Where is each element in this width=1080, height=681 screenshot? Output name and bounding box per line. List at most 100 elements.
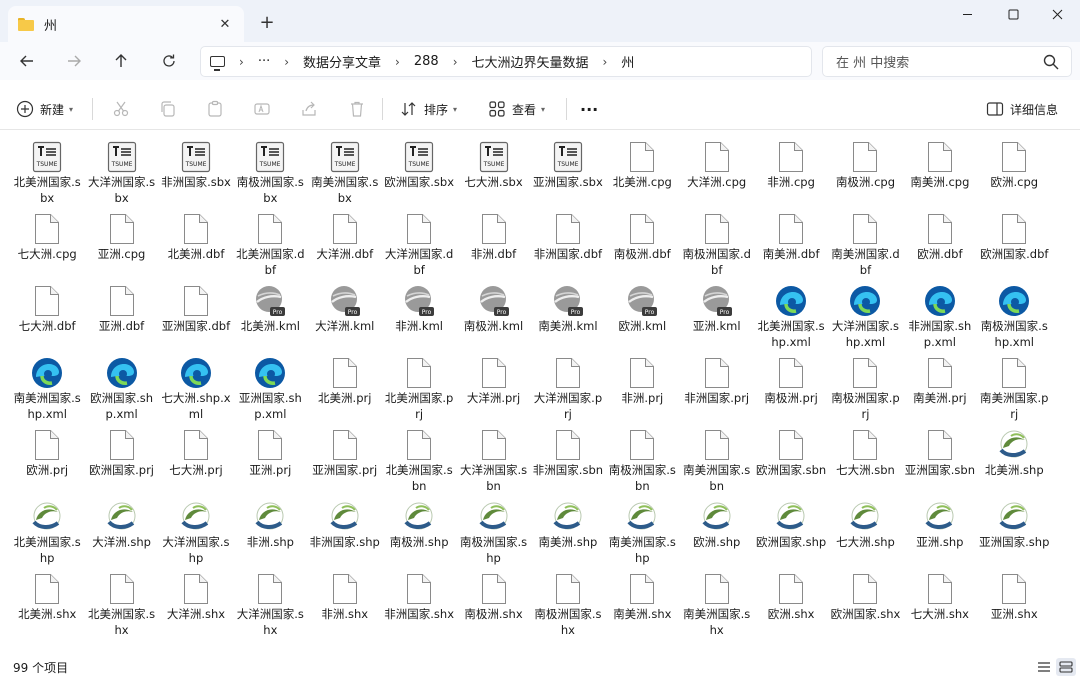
up-button[interactable]: [106, 46, 136, 76]
file-item[interactable]: 北美洲.shx: [10, 572, 84, 644]
file-item[interactable]: Pro 亚洲.kml: [680, 284, 754, 356]
close-window-button[interactable]: [1034, 0, 1080, 28]
file-item[interactable]: Pro 大洋洲.kml: [308, 284, 382, 356]
file-item[interactable]: 南极洲国家.shx: [531, 572, 605, 644]
file-item[interactable]: 大洋洲国家.dbf: [382, 212, 456, 284]
file-item[interactable]: 七大洲.shx: [903, 572, 977, 644]
file-item[interactable]: 南美洲国家.shx: [680, 572, 754, 644]
back-button[interactable]: [12, 46, 42, 76]
file-item[interactable]: 北美洲国家.sbn: [382, 428, 456, 500]
share-button[interactable]: [300, 88, 318, 130]
address-bar[interactable]: › ··· › 数据分享文章 › 288 › 七大洲边界矢量数据 › 州: [200, 46, 812, 77]
maximize-button[interactable]: [990, 0, 1036, 28]
file-item[interactable]: Pro 欧洲.kml: [605, 284, 679, 356]
file-item[interactable]: 南极洲.dbf: [605, 212, 679, 284]
file-item[interactable]: 非洲国家.shx: [382, 572, 456, 644]
file-item[interactable]: 大洋洲.shx: [159, 572, 233, 644]
file-item[interactable]: 非洲国家.sbn: [531, 428, 605, 500]
file-item[interactable]: 欧洲.shp: [680, 500, 754, 572]
file-item[interactable]: 大洋洲国家.sbn: [456, 428, 530, 500]
file-item[interactable]: 南美洲.shx: [605, 572, 679, 644]
file-item[interactable]: TSUME 亚洲国家.sbx: [531, 140, 605, 212]
file-item[interactable]: 非洲.shp: [233, 500, 307, 572]
file-view[interactable]: TSUME 北美洲国家.sbx TSUME 大洋洲国家.sbx TSUME 非洲国家.sb…: [0, 131, 1080, 653]
breadcrumb-overflow[interactable]: ···: [258, 54, 270, 69]
file-item[interactable]: 南美洲.prj: [903, 356, 977, 428]
breadcrumb-item[interactable]: 288: [414, 54, 439, 69]
file-item[interactable]: 七大洲.shp: [828, 500, 902, 572]
file-item[interactable]: Pro 北美洲.kml: [233, 284, 307, 356]
file-item[interactable]: 大洋洲国家.shp: [159, 500, 233, 572]
breadcrumb-item[interactable]: 州: [621, 52, 634, 71]
file-item[interactable]: 南极洲.shx: [456, 572, 530, 644]
details-view-button[interactable]: [1034, 658, 1054, 676]
file-item[interactable]: 欧洲国家.prj: [84, 428, 158, 500]
breadcrumb-item[interactable]: 数据分享文章: [303, 52, 381, 71]
file-item[interactable]: 南美洲国家.sbn: [680, 428, 754, 500]
file-item[interactable]: 非洲国家.prj: [680, 356, 754, 428]
file-item[interactable]: 欧洲国家.shp: [754, 500, 828, 572]
file-item[interactable]: 大洋洲国家.shp.xml: [828, 284, 902, 356]
file-item[interactable]: 南极洲.prj: [754, 356, 828, 428]
file-item[interactable]: 大洋洲.cpg: [680, 140, 754, 212]
file-item[interactable]: 非洲国家.dbf: [531, 212, 605, 284]
file-item[interactable]: Pro 南极洲.kml: [456, 284, 530, 356]
file-item[interactable]: TSUME 北美洲国家.sbx: [10, 140, 84, 212]
file-item[interactable]: 非洲.prj: [605, 356, 679, 428]
file-item[interactable]: 七大洲.dbf: [10, 284, 84, 356]
rename-button[interactable]: [253, 88, 271, 130]
file-item[interactable]: 亚洲.prj: [233, 428, 307, 500]
file-item[interactable]: TSUME 非洲国家.sbx: [159, 140, 233, 212]
file-item[interactable]: 南美洲.shp: [531, 500, 605, 572]
chevron-right-icon[interactable]: ›: [603, 55, 608, 69]
file-item[interactable]: Pro 非洲.kml: [382, 284, 456, 356]
file-item[interactable]: 七大洲.shp.xml: [159, 356, 233, 428]
file-item[interactable]: 欧洲.prj: [10, 428, 84, 500]
file-item[interactable]: 欧洲.shx: [754, 572, 828, 644]
file-item[interactable]: 大洋洲.dbf: [308, 212, 382, 284]
file-item[interactable]: 南美洲国家.dbf: [828, 212, 902, 284]
delete-button[interactable]: [348, 88, 366, 130]
file-item[interactable]: 南极洲国家.prj: [828, 356, 902, 428]
file-item[interactable]: TSUME 南极洲国家.sbx: [233, 140, 307, 212]
file-item[interactable]: 南极洲国家.shp.xml: [977, 284, 1051, 356]
refresh-button[interactable]: [154, 46, 184, 76]
chevron-right-icon[interactable]: ›: [239, 55, 244, 69]
file-item[interactable]: 亚洲国家.sbn: [903, 428, 977, 500]
file-item[interactable]: 亚洲.shp: [903, 500, 977, 572]
tiles-view-button[interactable]: [1056, 658, 1076, 676]
more-options-button[interactable]: ···: [580, 88, 598, 130]
file-item[interactable]: 北美洲.shp: [977, 428, 1051, 500]
file-item[interactable]: 北美洲国家.shp: [10, 500, 84, 572]
cut-button[interactable]: [112, 88, 130, 130]
file-item[interactable]: 欧洲国家.shp.xml: [84, 356, 158, 428]
file-item[interactable]: 北美洲.prj: [308, 356, 382, 428]
details-pane-button[interactable]: 详细信息: [986, 88, 1058, 130]
file-item[interactable]: 南美洲.dbf: [754, 212, 828, 284]
file-item[interactable]: 大洋洲.prj: [456, 356, 530, 428]
file-item[interactable]: 南极洲.cpg: [828, 140, 902, 212]
breadcrumb-item[interactable]: 七大洲边界矢量数据: [472, 52, 589, 71]
file-item[interactable]: 亚洲国家.shp: [977, 500, 1051, 572]
file-item[interactable]: 非洲.cpg: [754, 140, 828, 212]
file-item[interactable]: 大洋洲.shp: [84, 500, 158, 572]
file-item[interactable]: 亚洲.shx: [977, 572, 1051, 644]
file-item[interactable]: 北美洲国家.shx: [84, 572, 158, 644]
sort-button[interactable]: 排序 ▾: [400, 88, 457, 130]
file-item[interactable]: TSUME 大洋洲国家.sbx: [84, 140, 158, 212]
file-item[interactable]: TSUME 欧洲国家.sbx: [382, 140, 456, 212]
file-item[interactable]: TSUME 七大洲.sbx: [456, 140, 530, 212]
file-item[interactable]: 北美洲国家.prj: [382, 356, 456, 428]
file-item[interactable]: 非洲.dbf: [456, 212, 530, 284]
file-item[interactable]: 欧洲.cpg: [977, 140, 1051, 212]
file-item[interactable]: 亚洲国家.shp.xml: [233, 356, 307, 428]
file-item[interactable]: 南美洲.cpg: [903, 140, 977, 212]
file-item[interactable]: 亚洲国家.dbf: [159, 284, 233, 356]
file-item[interactable]: 欧洲.dbf: [903, 212, 977, 284]
file-item[interactable]: TSUME 南美洲国家.sbx: [308, 140, 382, 212]
file-item[interactable]: 亚洲国家.prj: [308, 428, 382, 500]
file-item[interactable]: 七大洲.cpg: [10, 212, 84, 284]
file-item[interactable]: 欧洲国家.sbn: [754, 428, 828, 500]
tab-current-folder[interactable]: 州 ✕: [8, 6, 244, 42]
file-item[interactable]: 南美洲国家.shp.xml: [10, 356, 84, 428]
